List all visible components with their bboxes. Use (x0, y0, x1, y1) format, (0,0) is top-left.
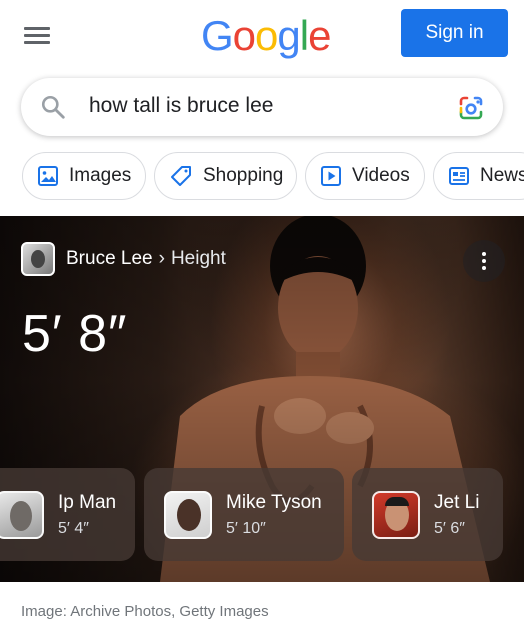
chip-label: News (480, 165, 524, 186)
chip-shopping[interactable]: Shopping (154, 152, 297, 200)
chip-label: Images (69, 165, 132, 186)
hamburger-menu-icon[interactable] (24, 20, 54, 50)
breadcrumb-separator: › (158, 248, 165, 269)
person-name: Jet Li (434, 491, 480, 513)
chip-videos[interactable]: Videos (305, 152, 425, 200)
height-answer-card: Bruce Lee › Height 5′ 8″ Ip Man 5′ 4″ Mi… (0, 216, 524, 582)
chip-label: Videos (352, 165, 410, 186)
logo-letter: e (308, 12, 331, 59)
search-icon[interactable] (40, 94, 66, 120)
logo-letter: o (255, 12, 278, 59)
logo-letter: G (201, 12, 234, 59)
person-card-mike-tyson[interactable]: Mike Tyson 5′ 10″ (144, 468, 344, 561)
google-lens-icon[interactable] (457, 94, 485, 122)
chip-label: Shopping (203, 165, 284, 186)
more-vert-icon[interactable] (463, 240, 505, 282)
entity-thumbnail (21, 242, 55, 276)
person-name: Ip Man (58, 491, 117, 513)
mike-tyson-photo (164, 490, 212, 539)
google-logo[interactable]: Google (201, 12, 331, 60)
logo-letter: g (277, 12, 300, 59)
person-name: Mike Tyson (226, 491, 322, 513)
tag-icon (171, 166, 191, 186)
related-people: Ip Man 5′ 4″ Mike Tyson 5′ 10″ Jet Li 5′… (0, 468, 524, 562)
height-answer: 5′ 8″ (22, 305, 128, 363)
person-height: 5′ 10″ (226, 519, 266, 537)
entity-name[interactable]: Bruce Lee (66, 248, 153, 270)
person-card-ip-man[interactable]: Ip Man 5′ 4″ (0, 468, 135, 561)
play-icon (321, 166, 341, 186)
filter-chips: Images Shopping Videos News (0, 152, 524, 200)
chip-news[interactable]: News (433, 152, 524, 200)
sign-in-button[interactable]: Sign in (401, 9, 508, 57)
card-breadcrumb[interactable]: Bruce Lee › Height (21, 242, 226, 276)
person-card-jet-li[interactable]: Jet Li 5′ 6″ (352, 468, 503, 561)
ip-man-photo (0, 490, 44, 539)
person-height: 5′ 6″ (434, 519, 465, 537)
jet-li-photo (372, 490, 420, 539)
chip-images[interactable]: Images (22, 152, 146, 200)
logo-letter: o (232, 12, 256, 59)
image-credit: Image: Archive Photos, Getty Images (21, 603, 269, 620)
attribute-name: Height (170, 248, 226, 269)
image-icon (38, 166, 58, 186)
news-icon (449, 167, 469, 185)
search-input[interactable]: how tall is bruce lee (89, 94, 273, 118)
person-height: 5′ 4″ (58, 519, 89, 537)
logo-letter: l (299, 12, 309, 59)
top-bar: Google Sign in (0, 0, 524, 72)
